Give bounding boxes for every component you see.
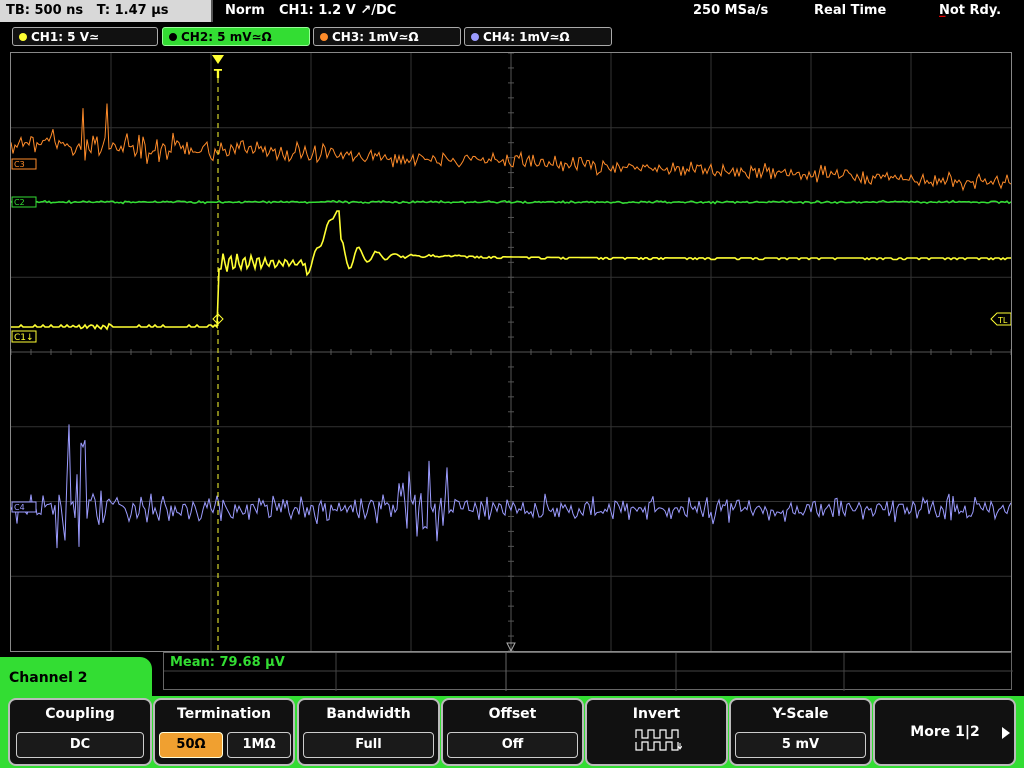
coupling-softkey[interactable]: Coupling DC [8, 698, 152, 766]
offset-title: Offset [488, 706, 537, 722]
offset-value-button[interactable]: Off [447, 732, 578, 758]
channel-tab-ch2[interactable]: CH2: 5 mV≃Ω [162, 27, 310, 46]
invert-waveform-icon [635, 729, 682, 751]
coupling-title: Coupling [45, 706, 115, 722]
bandwidth-value-button[interactable]: Full [303, 732, 434, 758]
trigger-mode-label[interactable]: Norm [225, 0, 265, 22]
yscale-title: Y-Scale [772, 706, 829, 722]
ch2-dot-icon [169, 33, 177, 41]
ch1-reference-marker[interactable]: C1↓ [11, 330, 37, 343]
waveform-svg: T C3 C2 C1↓ C4 TL [11, 53, 1011, 651]
measurement-panel[interactable]: Mean: 79.68 µV [163, 652, 1013, 691]
ch2-reference-marker[interactable]: C2 [11, 196, 37, 208]
timebase-box[interactable]: TB: 500 ns T: 1.47 µs [0, 0, 213, 22]
next-page-icon [1002, 727, 1010, 739]
termination-title: Termination [177, 706, 271, 722]
trigger-marker-icon[interactable]: T [212, 55, 224, 81]
offset-softkey[interactable]: Offset Off [441, 698, 584, 766]
invert-title: Invert [632, 706, 681, 722]
waveform-display[interactable]: T C3 C2 C1↓ C4 TL [10, 52, 1012, 652]
trigger-level-marker[interactable]: TL [990, 312, 1011, 326]
trigger-time-label: T: 1.47 µs [96, 3, 169, 18]
sample-rate-label: 250 MSa/s [693, 3, 769, 18]
svg-text:C4: C4 [14, 503, 25, 512]
graticule-grid [11, 53, 1011, 651]
svg-text:T: T [214, 67, 223, 81]
termination-1mohm-button[interactable]: 1MΩ [227, 732, 291, 758]
bandwidth-title: Bandwidth [326, 706, 411, 722]
yscale-value-button[interactable]: 5 mV [735, 732, 866, 758]
channel-tab-ch1[interactable]: CH1: 5 V≃ [12, 27, 158, 46]
ch4-dot-icon [471, 33, 479, 41]
svg-text:C2: C2 [14, 198, 25, 207]
channel-menu-title: Channel 2 [0, 657, 152, 699]
termination-50ohm-button[interactable]: 50Ω [159, 732, 223, 758]
svg-text:C3: C3 [14, 160, 25, 169]
termination-softkey[interactable]: Termination 50Ω 1MΩ [153, 698, 295, 766]
channel-tab-ch3[interactable]: CH3: 1mV≃Ω [313, 27, 461, 46]
ch4-reference-marker[interactable]: C4 [11, 501, 37, 513]
ch3-reference-marker[interactable]: C3 [11, 158, 37, 170]
more-label: More 1|2 [910, 724, 980, 740]
bandwidth-softkey[interactable]: Bandwidth Full [297, 698, 440, 766]
ch1-dot-icon [19, 33, 27, 41]
trigger-info-label[interactable]: CH1: 1.2 V ↗/DC [279, 0, 396, 22]
svg-text:TL: TL [997, 316, 1008, 325]
measurement-grid [164, 653, 1013, 691]
mean-measurement: Mean: 79.68 µV [170, 655, 285, 670]
ch3-dot-icon [320, 33, 328, 41]
acquisition-mode-label: Real Time [814, 3, 887, 18]
coupling-value-button[interactable]: DC [16, 732, 144, 758]
timebase-label: TB: 500 ns [6, 3, 84, 18]
channel-tab-ch4[interactable]: CH4: 1mV≃Ω [464, 27, 612, 46]
svg-text:C1↓: C1↓ [14, 333, 34, 343]
more-softkey[interactable]: More 1|2 [873, 698, 1016, 766]
invert-softkey[interactable]: Invert [585, 698, 728, 766]
status-bar: Norm CH1: 1.2 V ↗/DC 250 MSa/s Real Time… [215, 0, 1024, 22]
yscale-softkey[interactable]: Y-Scale 5 mV [729, 698, 872, 766]
